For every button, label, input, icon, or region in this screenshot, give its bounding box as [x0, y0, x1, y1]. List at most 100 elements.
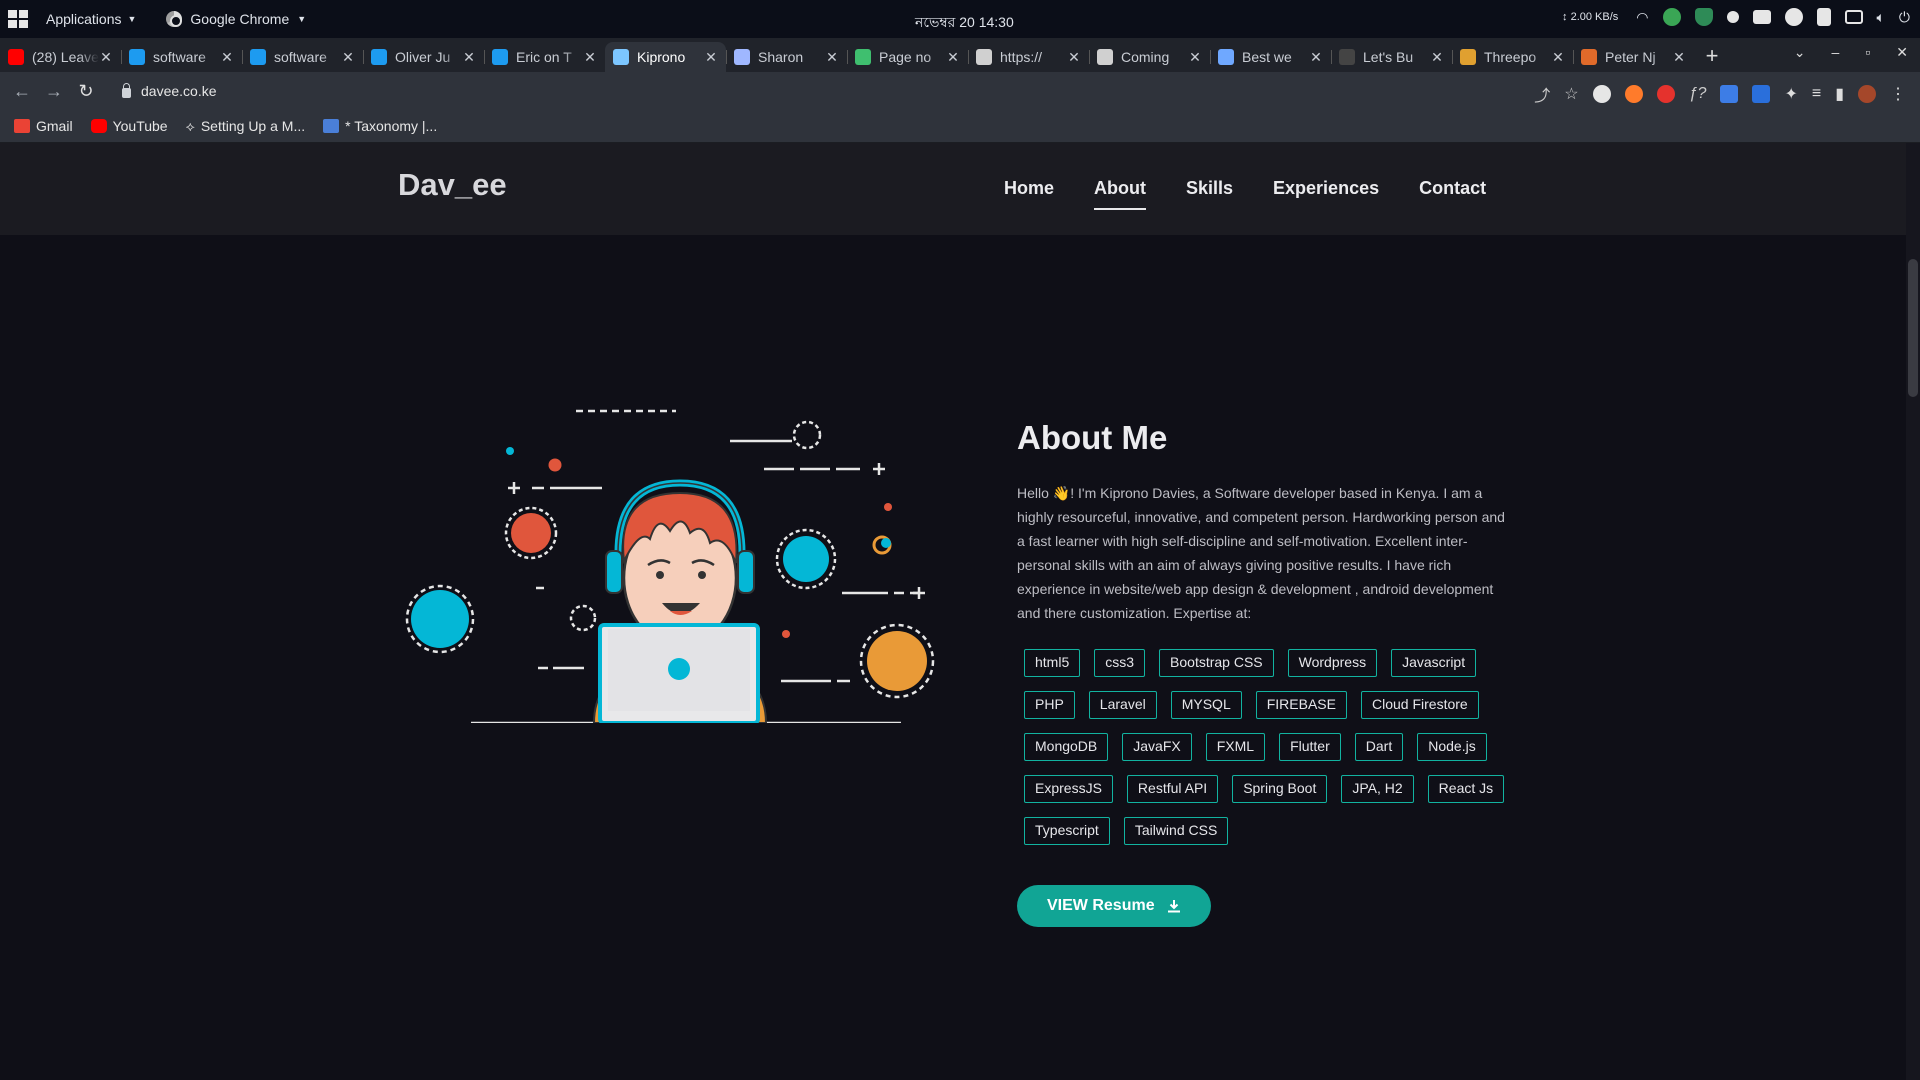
forward-icon[interactable]: →: [38, 81, 70, 102]
orange-planet: [867, 631, 927, 691]
apps-grid-icon[interactable]: [8, 10, 28, 28]
skill-chip: PHP: [1024, 691, 1075, 719]
bookmark-taxonomy[interactable]: * Taxonomy |...: [323, 118, 437, 134]
extensions-puzzle-icon[interactable]: ✦: [1784, 84, 1797, 104]
bookmark-star-icon[interactable]: ☆: [1564, 84, 1578, 104]
close-icon[interactable]: ✕: [825, 49, 839, 66]
skill-chip: MongoDB: [1024, 733, 1109, 761]
browser-tab[interactable]: Sharon ✕: [726, 42, 847, 72]
close-icon[interactable]: ✕: [1430, 49, 1444, 66]
kebab-menu-icon[interactable]: ⋮: [1890, 84, 1906, 104]
minimize-icon[interactable]: –: [1832, 44, 1840, 61]
tab-title: Page no: [879, 49, 932, 65]
skill-chip: Bootstrap CSS: [1159, 649, 1274, 677]
extension-firefox-icon[interactable]: [1624, 85, 1643, 103]
about-text: Hello 👋! I'm Kiprono Davies, a Software …: [1017, 485, 1505, 621]
media-queue-icon[interactable]: ≡: [1812, 85, 1821, 103]
close-icon[interactable]: ✕: [583, 49, 597, 66]
shield-icon[interactable]: [1694, 8, 1713, 26]
blue-planet: [783, 536, 829, 582]
browser-tab[interactable]: Coming ✕: [1089, 42, 1210, 72]
extension-g-icon[interactable]: [1592, 85, 1611, 103]
nav-contact[interactable]: Contact: [1419, 178, 1486, 199]
tab-title: Coming: [1121, 49, 1170, 65]
reload-icon[interactable]: ↻: [70, 81, 102, 102]
close-icon[interactable]: ✕: [220, 49, 234, 66]
close-window-icon[interactable]: ✕: [1896, 44, 1908, 61]
close-icon[interactable]: ✕: [1309, 49, 1323, 66]
site-logo[interactable]: Dav_ee: [398, 167, 507, 203]
browser-tab[interactable]: Let's Bu ✕: [1331, 42, 1452, 72]
page-scrollbar[interactable]: [1906, 143, 1920, 1080]
app-label: Google Chrome: [190, 11, 290, 27]
adblock-icon[interactable]: [1656, 85, 1675, 103]
close-icon[interactable]: ✕: [1551, 49, 1565, 66]
youtube-icon: [90, 119, 107, 133]
browser-tab[interactable]: Peter Nj ✕: [1573, 42, 1694, 72]
window-controls: ⌄ – ▫ ✕: [1794, 44, 1908, 61]
browser-tab[interactable]: software ✕: [121, 42, 242, 72]
browser-tab-active[interactable]: Kiprono ✕: [605, 42, 726, 72]
applications-menu[interactable]: Applications ▼: [46, 11, 136, 27]
browser-tab[interactable]: Eric on T ✕: [484, 42, 605, 72]
nav-experiences[interactable]: Experiences: [1273, 178, 1379, 199]
tab-strip: (28) Leave ✕ software ✕ software ✕ Oliver J…: [0, 38, 1920, 72]
address-bar[interactable]: davee.co.ke: [122, 82, 217, 99]
translate-icon[interactable]: [1720, 85, 1739, 103]
skill-chip: React Js: [1427, 775, 1505, 803]
skill-chip: Cloud Firestore: [1360, 691, 1479, 719]
camera-icon[interactable]: [1752, 10, 1771, 24]
bookmark-gmail[interactable]: Gmail: [14, 118, 73, 134]
tab-search-icon[interactable]: ⌄: [1794, 44, 1806, 61]
close-icon[interactable]: ✕: [462, 49, 476, 66]
browser-tab[interactable]: Oliver Ju ✕: [363, 42, 484, 72]
browser-tab[interactable]: Threepo ✕: [1452, 42, 1573, 72]
browser-tab[interactable]: https:// ✕: [968, 42, 1089, 72]
close-icon[interactable]: ✕: [341, 49, 355, 66]
close-icon[interactable]: ✕: [946, 49, 960, 66]
tab-title: software: [153, 49, 206, 65]
about-section: About Me Hello 👋! I'm Kiprono Davies, a …: [1017, 419, 1512, 927]
extension-badge-icon[interactable]: [1752, 85, 1771, 103]
tab-favicon-icon: [371, 49, 387, 65]
close-icon[interactable]: ✕: [1672, 49, 1686, 66]
browser-tab[interactable]: Page no ✕: [847, 42, 968, 72]
game-icon[interactable]: [1784, 8, 1803, 26]
bookmark-youtube[interactable]: YouTube: [90, 118, 168, 134]
browser-tab[interactable]: software ✕: [242, 42, 363, 72]
tab-favicon-icon: [1339, 49, 1355, 65]
bookmark-setting-up[interactable]: ⟡ Setting Up a M...: [186, 118, 306, 135]
avatar[interactable]: [1858, 85, 1876, 103]
browser-tab[interactable]: Best we ✕: [1210, 42, 1331, 72]
extension-fx-icon[interactable]: ƒ?: [1689, 85, 1707, 103]
record-icon[interactable]: [1726, 11, 1739, 23]
wifi-icon[interactable]: ◠: [1636, 9, 1648, 26]
close-icon[interactable]: ✕: [1188, 49, 1202, 66]
side-panel-icon[interactable]: ▮: [1835, 84, 1844, 104]
clipboard-icon[interactable]: [1816, 8, 1831, 26]
clock[interactable]: নভেম্বর 20 14:30: [915, 11, 1014, 35]
close-icon[interactable]: ✕: [704, 49, 718, 66]
skill-chip: FXML: [1205, 733, 1266, 761]
nav-about[interactable]: About: [1094, 178, 1146, 210]
close-icon[interactable]: ✕: [99, 49, 113, 66]
scrollbar-thumb[interactable]: [1908, 259, 1918, 397]
screen-icon[interactable]: [1844, 10, 1863, 24]
volume-icon[interactable]: 🔈︎: [1877, 9, 1885, 26]
red-planet: [511, 513, 551, 553]
app-tray-icon[interactable]: [1662, 8, 1681, 26]
close-icon[interactable]: ✕: [1067, 49, 1081, 66]
nav-skills[interactable]: Skills: [1186, 178, 1233, 199]
view-resume-button[interactable]: VIEW Resume: [1017, 885, 1211, 927]
browser-tab[interactable]: (28) Leave ✕: [0, 42, 121, 72]
bookmark-label: Setting Up a M...: [200, 118, 306, 134]
new-tab-button[interactable]: +: [1694, 42, 1730, 72]
nav-home[interactable]: Home: [1004, 178, 1054, 199]
skill-chip: Tailwind CSS: [1123, 817, 1229, 845]
share-icon[interactable]: ⤴: [1534, 82, 1550, 106]
tab-title: Peter Nj: [1605, 49, 1656, 65]
maximize-icon[interactable]: ▫: [1865, 44, 1870, 61]
back-icon[interactable]: ←: [6, 81, 38, 102]
chrome-app-menu[interactable]: Google Chrome ▼: [166, 11, 306, 27]
power-icon[interactable]: ⏻: [1899, 9, 1910, 26]
